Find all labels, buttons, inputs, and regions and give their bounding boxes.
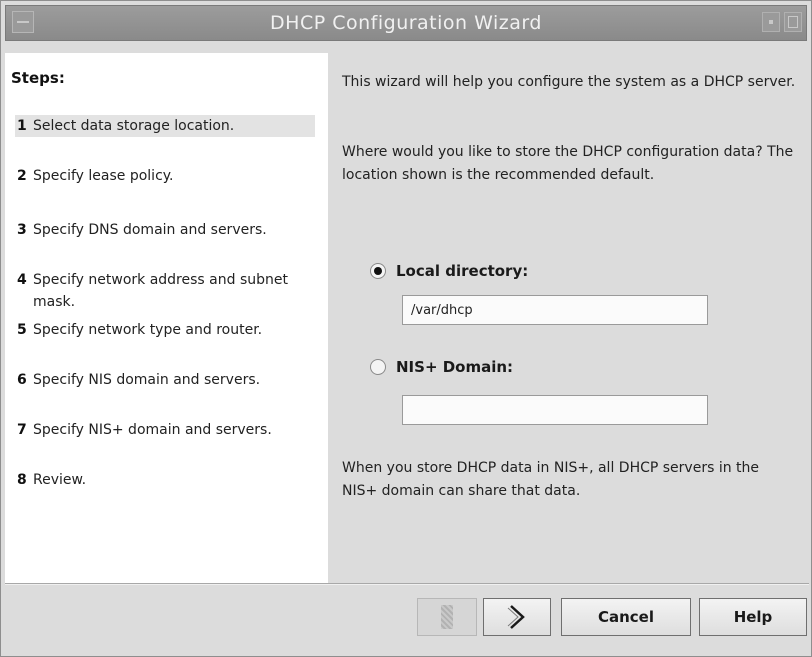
step-label: Specify NIS+ domain and servers. xyxy=(33,422,272,438)
step-item-2: 2 Specify lease policy. xyxy=(15,165,315,187)
step-label: Specify NIS domain and servers. xyxy=(33,372,261,388)
minimize-button[interactable] xyxy=(762,12,780,32)
storage-question: Where would you like to store the DHCP c… xyxy=(342,144,794,183)
step-number: 5 xyxy=(17,322,27,338)
local-directory-input[interactable] xyxy=(402,295,708,325)
step-label: Select data storage location. xyxy=(33,118,235,134)
title-bar[interactable]: DHCP Configuration Wizard xyxy=(5,5,807,41)
nis-domain-option[interactable]: NIS+ Domain: xyxy=(370,355,513,379)
wizard-window: DHCP Configuration Wizard Steps: 1 Selec… xyxy=(0,0,812,657)
cancel-button[interactable]: Cancel xyxy=(561,598,691,636)
nis-note: When you store DHCP data in NIS+, all DH… xyxy=(342,460,760,499)
step-number: 4 xyxy=(17,272,27,288)
nis-domain-input[interactable] xyxy=(402,395,708,425)
maximize-icon xyxy=(788,16,798,28)
step-label: Specify lease policy. xyxy=(33,168,174,184)
step-item-3: 3 Specify DNS domain and servers. xyxy=(15,219,315,241)
step-item-4: 4 Specify network address and subnet mas… xyxy=(15,269,315,313)
content-panel: This wizard will help you configure the … xyxy=(328,53,809,583)
step-number: 7 xyxy=(17,422,27,438)
step-item-7: 7 Specify NIS+ domain and servers. xyxy=(15,419,315,441)
step-number: 3 xyxy=(17,222,27,238)
footer-divider-highlight xyxy=(5,584,809,585)
step-item-1: 1 Select data storage location. xyxy=(15,115,315,137)
step-item-5: 5 Specify network type and router. xyxy=(15,319,315,341)
local-directory-option[interactable]: Local directory: xyxy=(370,259,528,283)
chevron-right-icon xyxy=(507,605,525,629)
step-number: 2 xyxy=(17,168,27,184)
minimize-icon xyxy=(769,20,773,24)
nis-domain-label: NIS+ Domain: xyxy=(396,358,514,376)
help-button[interactable]: Help xyxy=(699,598,807,636)
maximize-button[interactable] xyxy=(784,12,802,32)
step-item-8: 8 Review. xyxy=(15,469,315,491)
next-button[interactable] xyxy=(483,598,551,636)
step-number: 8 xyxy=(17,472,27,488)
back-button[interactable] xyxy=(417,598,477,636)
step-number: 1 xyxy=(17,118,27,134)
step-item-6: 6 Specify NIS domain and servers. xyxy=(15,369,315,391)
step-label: Specify network type and router. xyxy=(33,322,263,338)
steps-panel: Steps: 1 Select data storage location. 2… xyxy=(5,53,328,583)
back-icon xyxy=(441,605,453,629)
step-label: Specify network address and subnet mask. xyxy=(33,272,288,310)
steps-heading: Steps: xyxy=(11,69,65,87)
step-label: Review. xyxy=(33,472,87,488)
step-number: 6 xyxy=(17,372,27,388)
step-label: Specify DNS domain and servers. xyxy=(33,222,267,238)
local-directory-label: Local directory: xyxy=(396,262,529,280)
local-directory-radio[interactable] xyxy=(370,263,386,279)
intro-text: This wizard will help you configure the … xyxy=(342,74,796,90)
nis-domain-radio[interactable] xyxy=(370,359,386,375)
window-title: DHCP Configuration Wizard xyxy=(270,12,542,34)
